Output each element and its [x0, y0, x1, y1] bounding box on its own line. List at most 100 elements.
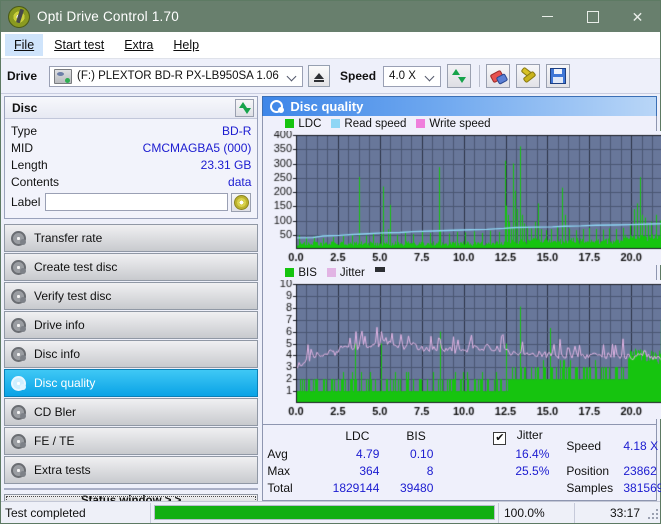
disc-label-key: Label	[11, 195, 41, 209]
disc-row-length: Length 23.31 GB	[11, 156, 251, 173]
sidebar: Disc Type BD-R MID CMCMAGBA5 (000) Lengt…	[1, 94, 261, 508]
menu-file-label: File	[14, 38, 35, 52]
eject-icon	[314, 73, 325, 82]
chart-bis-plot	[263, 280, 661, 419]
speed-select-value: 4.0 X	[389, 70, 416, 82]
page-title: Disc quality	[290, 99, 364, 114]
results-row-avg: Avg	[267, 447, 288, 461]
disc-contents-key: Contents	[11, 174, 60, 189]
menu-help-label: Help	[173, 38, 200, 52]
tools-button[interactable]	[516, 64, 541, 88]
sidebar-item-label: Drive info	[34, 318, 85, 332]
sidebar-item-transfer-rate[interactable]: Transfer rate	[4, 224, 259, 252]
menu-extra[interactable]: Extra	[115, 34, 162, 56]
legend-label-ldc: LDC	[298, 117, 322, 130]
sidebar-item-create-test-disc[interactable]: Create test disc	[4, 253, 259, 281]
legend-swatch-jitter	[326, 268, 336, 277]
disc-type-value: BD-R	[222, 123, 252, 138]
jitter-avg-value: 16.4%	[515, 447, 550, 461]
minimize-icon[interactable]	[525, 1, 570, 32]
disc-refresh-button[interactable]	[235, 98, 255, 117]
bis-max-value: 8	[426, 464, 434, 478]
sidebar-item-fe-te[interactable]: FE / TE	[4, 427, 259, 455]
main-header: Disc quality	[262, 96, 657, 116]
ldc-avg-value: 4.79	[356, 447, 380, 461]
legend-swatch-ldc	[285, 119, 295, 128]
sidebar-item-cd-bler[interactable]: CD Bler	[4, 398, 259, 426]
sidebar-item-label: Extra tests	[34, 463, 91, 477]
erase-button[interactable]	[486, 64, 511, 88]
menu-start-test[interactable]: Start test	[45, 34, 113, 56]
maximize-icon[interactable]	[570, 1, 615, 32]
speed-result-label: Speed	[566, 439, 602, 453]
ldc-total-value: 1829144	[332, 481, 380, 495]
refresh-icon	[238, 101, 251, 114]
legend-label-write-speed: Write speed	[429, 117, 491, 130]
sidebar-item-verify-test-disc[interactable]: Verify test disc	[4, 282, 259, 310]
jitter-checkbox-group[interactable]: ✔ Jitter	[493, 428, 543, 445]
results-grid: LDC BIS ✔ Jitter Avg Max Total 4.79 364 …	[263, 425, 661, 500]
disc-icon	[11, 462, 26, 478]
disc-label-input[interactable]	[45, 193, 229, 211]
results-header-bis: BIS	[406, 429, 426, 443]
sidebar-item-disc-info[interactable]: Disc info	[4, 340, 259, 368]
disc-info-rows: Type BD-R MID CMCMAGBA5 (000) Length 23.…	[5, 119, 257, 218]
menu-file[interactable]: File	[5, 34, 44, 56]
menu-start-test-label: Start test	[54, 38, 105, 52]
menu-help[interactable]: Help	[164, 34, 208, 56]
disc-label-button[interactable]	[231, 192, 252, 212]
disc-icon	[11, 288, 26, 304]
speed-result-value: 4.18 X	[623, 439, 659, 453]
window-controls: ✕	[525, 1, 660, 32]
bis-avg-value: 0.10	[410, 447, 434, 461]
disc-length-value: 23.31 GB	[200, 157, 252, 172]
elapsed-time: 33:17	[574, 502, 646, 523]
sidebar-item-label: Disc quality	[34, 376, 96, 390]
chevron-down-icon	[426, 72, 435, 81]
chevron-down-icon	[288, 72, 297, 81]
speed-select[interactable]: 4.0 X	[383, 65, 442, 87]
sidebar-item-drive-info[interactable]: Drive info	[4, 311, 259, 339]
chart-bis-legend: BIS Jitter	[263, 265, 656, 280]
eject-button[interactable]	[308, 65, 331, 87]
cd-icon	[233, 194, 249, 210]
sidebar-item-disc-quality[interactable]: Disc quality	[4, 369, 259, 397]
position-label: Position	[566, 464, 610, 478]
disc-mid-value: CMCMAGBA5 (000)	[142, 140, 252, 155]
save-icon	[550, 68, 567, 84]
disc-type-key: Type	[11, 123, 38, 138]
resize-grip-icon[interactable]	[646, 507, 658, 519]
save-button[interactable]	[546, 64, 571, 88]
eraser-icon	[491, 70, 506, 83]
close-icon[interactable]: ✕	[615, 1, 660, 32]
drive-select[interactable]: (F:) PLEXTOR BD-R PX-LB950SA 1.06	[49, 65, 304, 87]
sidebar-item-label: Verify test disc	[34, 289, 112, 303]
disc-panel-header: Disc	[5, 97, 258, 119]
refresh-button[interactable]	[447, 64, 472, 88]
disc-label-row: Label	[11, 191, 252, 213]
drive-toolbar: Drive (F:) PLEXTOR BD-R PX-LB950SA 1.06 …	[1, 59, 660, 94]
sidebar-item-label: Disc info	[34, 347, 81, 361]
chart-ldc-block: LDC Read speed Write speed	[263, 116, 661, 265]
drive-icon	[54, 68, 73, 84]
disc-icon	[11, 317, 26, 333]
legend-label-bis: BIS	[298, 266, 317, 279]
samples-label: Samples	[566, 481, 614, 495]
drive-label: Drive	[7, 69, 38, 83]
menu-bar: File Start test Extra Help	[1, 32, 660, 59]
progress-bar	[151, 503, 498, 523]
sidebar-item-extra-tests[interactable]: Extra tests	[4, 456, 259, 484]
sidebar-item-label: FE / TE	[34, 434, 75, 448]
legend-swatch-write-speed	[416, 119, 426, 128]
sidebar-item-label: CD Bler	[34, 405, 77, 419]
jitter-checkbox[interactable]: ✔	[493, 432, 507, 445]
disc-icon	[11, 433, 26, 449]
charts-container: LDC Read speed Write speed BIS Jitter	[262, 116, 661, 425]
disc-row-type: Type BD-R	[11, 122, 251, 139]
drive-select-value: (F:) PLEXTOR BD-R PX-LB950SA 1.06	[77, 70, 279, 82]
progress-percent: 100.0%	[498, 502, 574, 523]
menu-extra-label: Extra	[124, 38, 154, 52]
progress-fill	[155, 506, 494, 519]
chart-ldc-legend: LDC Read speed Write speed	[263, 116, 656, 131]
samples-value: 381569	[623, 481, 661, 495]
